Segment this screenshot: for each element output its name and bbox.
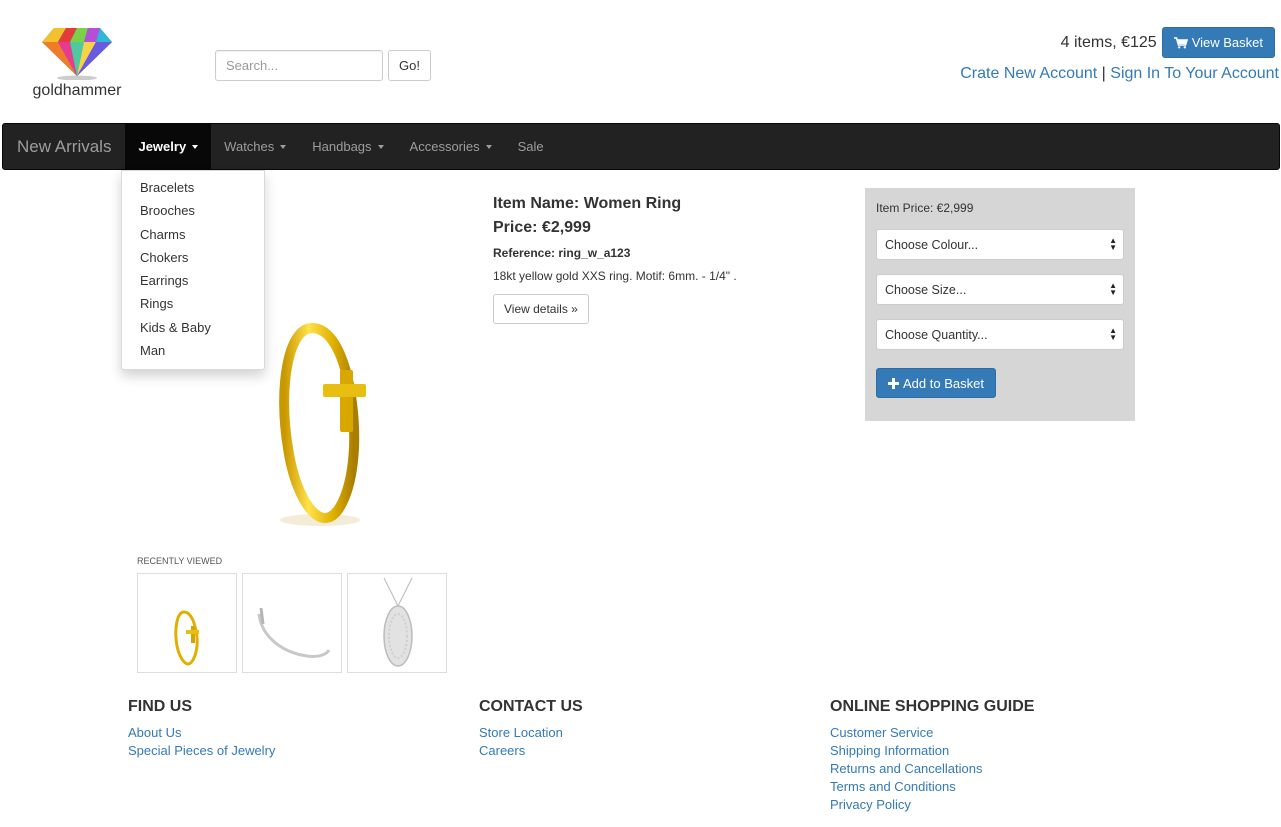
nav-sale[interactable]: Sale	[505, 124, 557, 169]
footer-shopping-guide-title: ONLINE SHOPPING GUIDE	[830, 698, 1035, 715]
silver-pendant-thumb-icon	[383, 577, 413, 667]
plus-icon	[888, 377, 899, 389]
brand-name: goldhammer	[32, 82, 122, 99]
footer-link-customer-service[interactable]: Customer Service	[830, 724, 1034, 742]
search-input[interactable]	[215, 50, 383, 81]
nav-accessories-label: Accessories	[409, 139, 480, 154]
dropdown-item-bracelets[interactable]: Bracelets	[122, 177, 264, 200]
colour-select[interactable]: Choose Colour... ▲ ▼	[876, 229, 1124, 260]
footer-contact-us-title: CONTACT US	[479, 698, 583, 715]
nav-watches-label: Watches	[224, 139, 275, 154]
add-to-basket-button[interactable]: Add to Basket	[876, 368, 996, 398]
purchase-panel: Item Price: €2,999 Choose Colour... ▲ ▼ C…	[865, 188, 1135, 421]
dropdown-item-earrings[interactable]: Earrings	[122, 270, 264, 293]
footer-find-us-title: FIND US	[128, 698, 192, 715]
jewelry-dropdown: Bracelets Brooches Charms Chokers Earrin…	[121, 170, 265, 371]
diamond-logo-icon	[42, 28, 112, 80]
logo[interactable]: goldhammer	[22, 22, 132, 100]
add-to-basket-label: Add to Basket	[903, 375, 984, 391]
item-price: Price: €2,999	[493, 219, 591, 236]
footer-link-shipping-information[interactable]: Shipping Information	[830, 742, 1034, 760]
select-arrows-icon: ▲ ▼	[1109, 236, 1117, 252]
account-separator: |	[1101, 65, 1106, 82]
nav-accessories[interactable]: Accessories	[397, 124, 505, 169]
silver-bangle-thumb-icon	[257, 607, 331, 658]
panel-item-price: Item Price: €2,999	[876, 201, 974, 215]
dropdown-item-kids-baby[interactable]: Kids & Baby	[122, 317, 264, 340]
item-name: Item Name: Women Ring	[493, 195, 682, 212]
footer-find-us: FIND US About Us Special Pieces of Jewel…	[128, 698, 275, 760]
cart-icon	[1173, 36, 1188, 48]
account-links: Crate New Account | Sign In To Your Acco…	[960, 65, 1279, 83]
nav-handbags-label: Handbags	[312, 139, 372, 154]
select-arrows-icon: ▲ ▼	[1109, 281, 1117, 297]
sign-in-link[interactable]: Sign In To Your Account	[1110, 65, 1279, 82]
footer-link-returns-cancellations[interactable]: Returns and Cancellations	[830, 760, 1034, 778]
caret-down-icon	[485, 144, 492, 149]
size-select[interactable]: Choose Size... ▲ ▼	[876, 274, 1124, 305]
footer-shopping-guide: ONLINE SHOPPING GUIDE Customer Service S…	[830, 698, 1034, 814]
recent-thumb-silver-bangle[interactable]	[242, 573, 342, 673]
search-bar: Go!	[215, 50, 431, 81]
footer-link-careers[interactable]: Careers	[479, 742, 583, 760]
nav-handbags[interactable]: Handbags	[299, 124, 396, 169]
recently-viewed-label: Recently viewed	[137, 556, 223, 566]
size-select-label: Choose Size...	[885, 282, 967, 297]
dropdown-item-chokers[interactable]: Chokers	[122, 247, 264, 270]
footer-contact-us: CONTACT US Store Location Careers	[479, 698, 583, 760]
footer-link-special-pieces[interactable]: Special Pieces of Jewelry	[128, 742, 275, 760]
view-basket-button[interactable]: View Basket	[1161, 27, 1275, 58]
nav-jewelry[interactable]: Jewelry	[125, 124, 212, 169]
quantity-select-label: Choose Quantity...	[885, 327, 988, 342]
view-basket-label: View Basket	[1191, 35, 1263, 50]
main-navbar: New Arrivals Jewelry Watches Handbags Ac…	[2, 123, 1280, 170]
search-button[interactable]: Go!	[388, 50, 431, 81]
create-account-link[interactable]: Crate New Account	[960, 65, 1097, 82]
footer-link-about-us[interactable]: About Us	[128, 724, 275, 742]
dropdown-item-rings[interactable]: Rings	[122, 293, 264, 316]
nav-sale-label: Sale	[517, 139, 544, 154]
nav-new-arrivals[interactable]: New Arrivals	[3, 124, 125, 169]
quantity-select[interactable]: Choose Quantity... ▲ ▼	[876, 319, 1124, 350]
gold-ring-thumb-icon	[174, 610, 199, 666]
basket-info: 4 items, €125 View Basket	[1061, 27, 1275, 58]
select-arrows-icon: ▲ ▼	[1109, 326, 1117, 342]
caret-down-icon	[192, 144, 199, 149]
basket-summary: 4 items, €125	[1060, 33, 1157, 51]
footer-link-terms-conditions[interactable]: Terms and Conditions	[830, 778, 1034, 796]
colour-select-label: Choose Colour...	[885, 237, 979, 252]
dropdown-item-charms[interactable]: Charms	[122, 224, 264, 247]
recent-thumb-gold-ring[interactable]	[137, 573, 237, 673]
product-info: Item Name: Women Ring Price: €2,999 Refe…	[493, 195, 737, 324]
caret-down-icon	[377, 144, 384, 149]
dropdown-item-man[interactable]: Man	[122, 340, 264, 363]
item-description: 18kt yellow gold XXS ring. Motif: 6mm. -…	[493, 269, 737, 283]
view-details-button[interactable]: View details »	[493, 294, 589, 324]
nav-jewelry-label: Jewelry	[138, 139, 187, 154]
footer-link-store-location[interactable]: Store Location	[479, 724, 583, 742]
nav-watches[interactable]: Watches	[211, 124, 299, 169]
recent-thumb-silver-pendant[interactable]	[347, 573, 447, 673]
recently-viewed-thumbnails	[137, 573, 447, 673]
item-reference: Reference: ring_w_a123	[493, 246, 631, 260]
caret-down-icon	[280, 144, 287, 149]
dropdown-item-brooches[interactable]: Brooches	[122, 200, 264, 223]
footer-link-privacy-policy[interactable]: Privacy Policy	[830, 796, 1034, 814]
